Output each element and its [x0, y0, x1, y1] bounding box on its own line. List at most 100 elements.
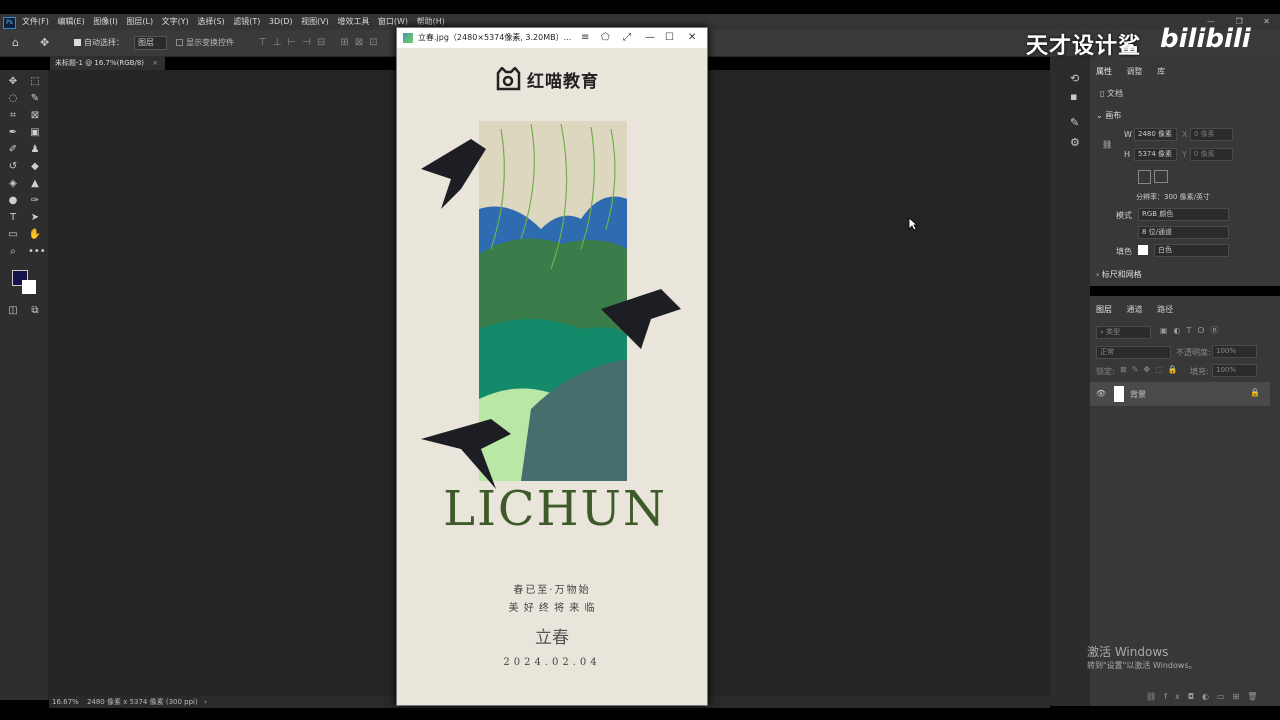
width-field[interactable]: 2480 像素 [1134, 128, 1177, 141]
menu-filter[interactable]: 滤镜(T) [233, 17, 260, 26]
paint-bucket-icon[interactable]: ◈ [6, 177, 20, 191]
history-brush-icon[interactable]: ↺ [6, 160, 20, 174]
close-tab-icon[interactable]: × [152, 59, 158, 67]
comments-icon[interactable]: ▪ [1070, 90, 1077, 103]
eraser-icon[interactable]: ◆ [28, 160, 42, 174]
menu-edit[interactable]: 编辑(E) [57, 17, 84, 26]
quick-mask-icon[interactable]: ◫ [6, 304, 20, 318]
menu-3d[interactable]: 3D(D) [269, 17, 293, 26]
path-select-icon[interactable]: ➤ [28, 211, 42, 225]
home-icon[interactable]: ⌂ [12, 30, 19, 56]
visibility-eye-icon[interactable]: 👁 [1096, 389, 1106, 398]
fill-swatch[interactable] [1138, 245, 1148, 255]
fullscreen-icon[interactable]: ⤢ [623, 28, 631, 48]
tab-properties[interactable]: 属性 [1096, 67, 1112, 76]
mode-label: 模式 [1116, 211, 1132, 220]
auto-select-option[interactable]: 自动选择： [74, 30, 124, 56]
eyedropper-icon[interactable]: ✒ [6, 126, 20, 140]
menu-plugins[interactable]: 增效工具 [337, 17, 369, 26]
lock-icon[interactable]: 🔒 [1250, 388, 1260, 397]
lock-icons[interactable]: ⊠✎✥⬚🔒 [1120, 365, 1183, 374]
rectangle-tool-icon[interactable]: ▭ [6, 228, 20, 242]
blend-mode-select[interactable]: 正常 [1096, 346, 1171, 359]
menu-image[interactable]: 图像(I) [93, 17, 118, 26]
menu-type[interactable]: 文字(Y) [162, 17, 189, 26]
hand-tool-icon[interactable]: ✋ [28, 228, 42, 242]
menu-window[interactable]: 窗口(W) [378, 17, 408, 26]
layer-filter-input[interactable]: ⌕ 类型 [1096, 326, 1151, 339]
stamp-tool-icon[interactable]: ♟ [28, 143, 42, 157]
move-tool-icon[interactable]: ✥ [6, 75, 20, 89]
menu-file[interactable]: 文件(F) [22, 17, 49, 26]
patch-tool-icon[interactable]: ▣ [28, 126, 42, 140]
opacity-field[interactable]: 100% [1212, 345, 1257, 358]
auto-select-dropdown[interactable]: 图层 [134, 30, 167, 56]
chevron-right-icon: › [1096, 270, 1100, 279]
crop-tool-icon[interactable]: ⌗ [6, 109, 20, 123]
mode-select[interactable]: RGB 颜色 [1138, 208, 1229, 221]
layer-row[interactable]: 👁 背景 🔒 [1090, 382, 1270, 406]
zoom-tool-icon[interactable]: ⌕ [6, 245, 20, 259]
zoom-level[interactable]: 16.67% [52, 698, 79, 706]
tab-libraries[interactable]: 库 [1157, 67, 1165, 76]
adjustments-icon[interactable]: ⚙ [1070, 136, 1080, 149]
portrait-icon[interactable] [1138, 170, 1151, 184]
align-icons[interactable]: ⊤⊥⊢⊣⊟ ⊞⊠⊡ [258, 30, 384, 56]
x-field[interactable]: 0 像素 [1190, 128, 1233, 141]
poster-headline: LICHUN [443, 481, 667, 537]
activation-title: 激活 Windows [1087, 645, 1169, 659]
height-field[interactable]: 5374 像素 [1134, 148, 1177, 161]
history-icon[interactable]: ⟲ [1070, 72, 1079, 85]
landscape-icon[interactable] [1154, 170, 1168, 183]
layer-name[interactable]: 背景 [1130, 389, 1146, 400]
auto-select-checkbox[interactable] [74, 39, 81, 46]
transform-controls-option[interactable]: 显示变换控件 [176, 30, 234, 56]
menu-view[interactable]: 视图(V) [301, 17, 329, 26]
document-tab[interactable]: 未标题-1 @ 16.7%(RGB/8) × [50, 56, 165, 70]
tab-channels[interactable]: 通道 [1127, 305, 1143, 314]
y-label: Y [1182, 150, 1187, 159]
layer-bottom-icons[interactable]: ⛓fx◘◐▭⊞🗑 [1146, 692, 1265, 701]
poster-image: 红喵教育 LICHUN 春已至·万物始 美 好 终 将 来 临 立春 2024.… [401, 49, 703, 702]
menu-select[interactable]: 选择(S) [197, 17, 224, 26]
type-tool-icon[interactable]: T [6, 211, 20, 225]
marquee-tool-icon[interactable]: ⬚ [28, 75, 42, 89]
lasso-tool-icon[interactable]: ◌ [6, 92, 20, 106]
rulers-section-header[interactable]: › 标尺和网格 [1096, 269, 1142, 280]
tab-paths[interactable]: 路径 [1157, 305, 1173, 314]
status-menu-icon[interactable]: › [204, 698, 207, 706]
viewer-minimize-icon[interactable]: — [645, 28, 655, 48]
viewer-close-icon[interactable]: ✕ [688, 28, 696, 48]
fill-select[interactable]: 白色 [1154, 244, 1229, 257]
quick-select-icon[interactable]: ✎ [28, 92, 42, 106]
move-tool-icon[interactable]: ✥ [40, 30, 49, 56]
chevron-down-icon: ⌄ [1096, 111, 1103, 120]
blur-tool-icon[interactable]: ▲ [28, 177, 42, 191]
link-icon[interactable]: ⛓ [1102, 140, 1112, 149]
frame-tool-icon[interactable]: ⊠ [28, 109, 42, 123]
menu-help[interactable]: 帮助(H) [417, 17, 445, 26]
close-icon[interactable]: ✕ [1263, 17, 1270, 26]
auto-select-value[interactable]: 图层 [134, 36, 167, 50]
menu-layer[interactable]: 图层(L) [126, 17, 153, 26]
pen-tool-icon[interactable]: ✑ [28, 194, 42, 208]
viewer-menu-icon[interactable]: ≡ [581, 28, 589, 48]
brushes-icon[interactable]: ✎ [1070, 116, 1079, 129]
viewer-titlebar[interactable]: 立春.jpg（2480×5374像素, 3.20MB）... ≡ ⬠ ⤢ — ☐… [397, 28, 707, 48]
transform-controls-checkbox[interactable] [176, 39, 183, 46]
viewer-maximize-icon[interactable]: ☐ [665, 28, 674, 48]
tab-adjustments[interactable]: 调整 [1127, 67, 1143, 76]
y-field[interactable]: 0 像素 [1190, 148, 1233, 161]
tab-layers[interactable]: 图层 [1096, 305, 1112, 314]
canvas-section-header[interactable]: ⌄ 画布 [1096, 110, 1121, 121]
more-tools-icon[interactable]: ••• [28, 245, 46, 259]
background-color-swatch[interactable] [22, 280, 36, 294]
depth-select[interactable]: 8 位/通道 [1138, 226, 1229, 239]
pin-icon[interactable]: ⬠ [601, 28, 610, 48]
screen-mode-icon[interactable]: ⧉ [28, 304, 42, 318]
layer-fill-field[interactable]: 100% [1212, 364, 1257, 377]
windows-activation-notice: 激活 Windows 转到"设置"以激活 Windows。 [1087, 643, 1197, 671]
brush-tool-icon[interactable]: ✐ [6, 143, 20, 157]
layer-filter-icons[interactable]: ▣◐TⵔⒷ [1160, 325, 1225, 336]
dodge-tool-icon[interactable]: ● [6, 194, 20, 208]
